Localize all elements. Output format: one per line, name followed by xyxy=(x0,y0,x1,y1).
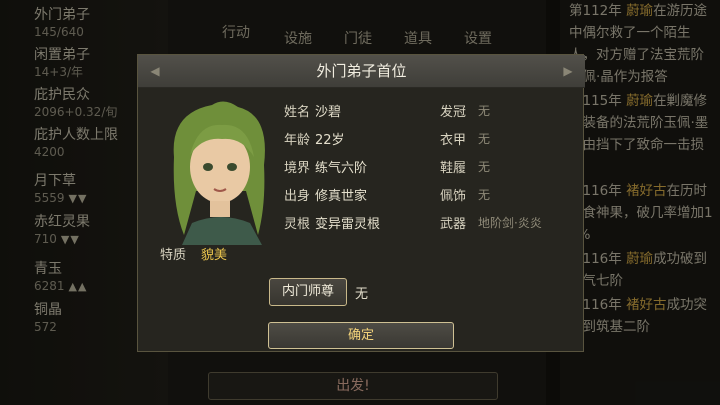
equip-slot-label: 发冠 xyxy=(440,105,467,120)
inner-master-button[interactable]: 内门师尊 xyxy=(269,278,347,306)
equip-slot-label: 佩饰 xyxy=(440,189,467,204)
disciple-dialog: ◀ 外门弟子首位 ▶ 姓名 沙碧 年龄 22岁 境界 练气六阶 出身 修真世家 … xyxy=(137,54,585,352)
field-value: 22岁 xyxy=(315,133,345,148)
equip-slot-label: 衣甲 xyxy=(440,133,467,148)
equip-slot-label: 武器 xyxy=(440,217,467,232)
inner-master-value: 无 xyxy=(355,287,369,302)
trait-value: 貌美 xyxy=(201,248,228,263)
field-label: 年龄 xyxy=(284,133,311,148)
confirm-button[interactable]: 确定 xyxy=(268,322,454,349)
dialog-header: ◀ 外门弟子首位 ▶ xyxy=(138,55,585,88)
field-label: 灵根 xyxy=(284,217,311,232)
equip-slot-value[interactable]: 无 xyxy=(478,186,490,203)
equip-slot-value[interactable]: 地阶剑·炎炎 xyxy=(478,214,542,231)
equip-slot-value[interactable]: 无 xyxy=(478,102,490,119)
field-value: 变异雷灵根 xyxy=(315,217,381,232)
field-value: 练气六阶 xyxy=(315,161,368,176)
field-label: 姓名 xyxy=(284,105,311,120)
field-label: 出身 xyxy=(284,189,311,204)
trait-label: 特质 xyxy=(160,248,187,263)
field-label: 境界 xyxy=(284,161,311,176)
ornament-icon: ▶ xyxy=(563,64,573,78)
equip-slot-value[interactable]: 无 xyxy=(478,130,490,147)
field-value: 修真世家 xyxy=(315,189,368,204)
equip-slot-value[interactable]: 无 xyxy=(478,158,490,175)
equip-slot-label: 鞋履 xyxy=(440,161,467,176)
disciple-portrait xyxy=(173,101,265,245)
field-value: 沙碧 xyxy=(315,105,342,120)
dialog-title: 外门弟子首位 xyxy=(316,62,407,80)
